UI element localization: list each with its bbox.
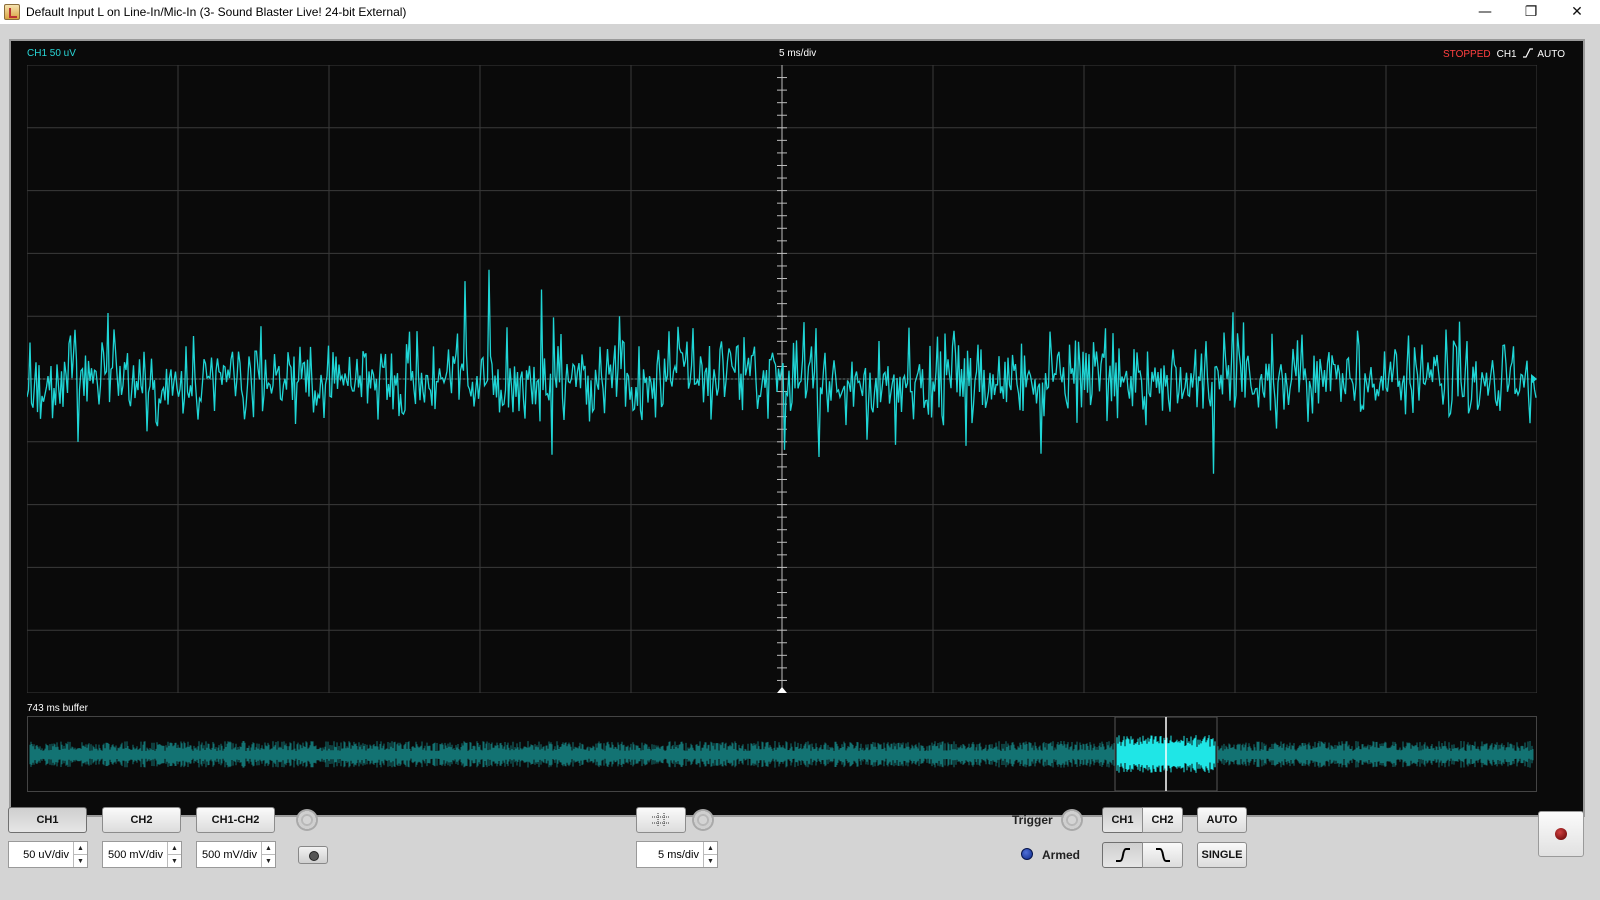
window-title: Default Input L on Line-In/Mic-In (3- So…	[26, 5, 407, 19]
buffer-length-label: 743 ms buffer	[27, 703, 88, 714]
center-axis-ticks	[777, 65, 787, 693]
waveform-plot[interactable]	[27, 65, 1537, 693]
falling-edge-icon	[1155, 848, 1170, 862]
timebase-settings-gear-icon[interactable]	[692, 809, 714, 831]
acquisition-status: STOPPED CH1 AUTO	[1443, 48, 1565, 60]
buffer-waveform	[29, 741, 1534, 768]
ch2-volts-per-div-spinner[interactable]: 500 mV/div ▲ ▼	[102, 841, 182, 868]
trigger-summary-channel: CH1	[1496, 49, 1517, 60]
trigger-settings-gear-icon[interactable]	[1061, 809, 1083, 831]
record-button[interactable]	[1538, 811, 1584, 857]
ch1-minus-ch2-button[interactable]: CH1-CH2	[196, 807, 275, 833]
spinner-down-icon[interactable]: ▼	[704, 855, 717, 867]
java-app-icon	[4, 4, 20, 20]
trigger-rising-edge-button[interactable]	[1102, 842, 1143, 868]
stopped-indicator: STOPPED	[1442, 49, 1491, 60]
spinner-up-icon[interactable]: ▲	[168, 842, 181, 855]
spinner-up-icon[interactable]: ▲	[262, 842, 275, 855]
channel-settings-gear-icon[interactable]	[296, 809, 318, 831]
title-bar: Default Input L on Line-In/Mic-In (3- So…	[0, 0, 1600, 24]
ch2-button[interactable]: CH2	[102, 807, 181, 833]
ch1-button[interactable]: CH1	[8, 807, 87, 833]
rising-edge-icon	[1115, 848, 1130, 862]
window-controls: — ❐ ✕	[1462, 0, 1600, 24]
ch2-volts-per-div-value: 500 mV/div	[107, 848, 163, 861]
ch1-ch2-volts-per-div-spinner[interactable]: 500 mV/div ▲ ▼	[196, 841, 276, 868]
oscilloscope-display: CH1 50 uV 5 ms/div STOPPED CH1 AUTO 743 m…	[9, 39, 1585, 817]
buffer-overview[interactable]	[27, 716, 1537, 792]
close-button[interactable]: ✕	[1554, 0, 1600, 24]
grid-toggle-button[interactable]	[636, 807, 686, 833]
grid-icon	[652, 813, 670, 827]
channel-scale-label: CH1 50 uV	[27, 48, 76, 59]
trigger-falling-edge-button[interactable]	[1142, 842, 1183, 868]
spinner-down-icon[interactable]: ▼	[262, 855, 275, 867]
trigger-source-ch2-button[interactable]: CH2	[1142, 807, 1183, 833]
spinner-up-icon[interactable]: ▲	[704, 842, 717, 855]
trigger-summary-mode: AUTO	[1537, 49, 1565, 60]
spinner-down-icon[interactable]: ▼	[74, 855, 87, 867]
trigger-slope-icon	[1523, 48, 1534, 58]
trigger-source-ch1-button[interactable]: CH1	[1102, 807, 1143, 833]
trigger-position-marker[interactable]	[777, 687, 787, 693]
ch1-volts-per-div-spinner[interactable]: 50 uV/div ▲ ▼	[8, 841, 88, 868]
restore-button[interactable]: ❐	[1508, 0, 1554, 24]
app-body: CH1 50 uV 5 ms/div STOPPED CH1 AUTO 743 m…	[0, 24, 1600, 900]
spinner-up-icon[interactable]: ▲	[74, 842, 87, 855]
ch1-volts-per-div-value: 50 uV/div	[23, 848, 69, 861]
ch1-ch2-volts-per-div-value: 500 mV/div	[201, 848, 257, 861]
armed-status-led-icon	[1021, 848, 1033, 860]
timebase-spinner[interactable]: 5 ms/div ▲ ▼	[636, 841, 718, 868]
timebase-label: 5 ms/div	[779, 48, 817, 59]
trigger-single-button[interactable]: SINGLE	[1197, 842, 1247, 868]
trigger-label: Trigger	[1012, 813, 1053, 827]
snapshot-camera-icon[interactable]	[298, 846, 328, 864]
timebase-value: 5 ms/div	[658, 848, 699, 861]
minimize-button[interactable]: —	[1462, 0, 1508, 24]
trigger-armed-status: Armed	[1042, 848, 1081, 862]
trigger-auto-button[interactable]: AUTO	[1197, 807, 1247, 833]
spinner-down-icon[interactable]: ▼	[168, 855, 181, 867]
